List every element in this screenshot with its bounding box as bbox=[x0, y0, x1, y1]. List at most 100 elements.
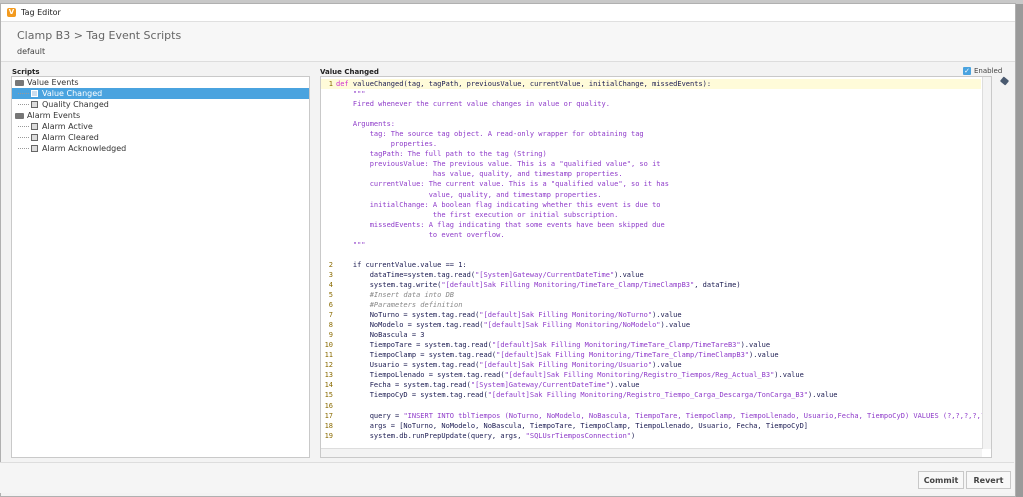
folder-open-icon bbox=[15, 79, 24, 86]
tree-connector bbox=[18, 137, 29, 138]
code-token: "[default]Sak Filling Monitoring/Registr… bbox=[504, 371, 775, 380]
line-number: 15 bbox=[321, 390, 336, 401]
code-line: 11 TiempoClamp = system.tag.read("[defau… bbox=[321, 350, 981, 361]
code-token: currentValue: The current value. This is… bbox=[336, 180, 669, 189]
code-line: 15 TiempoCyD = system.tag.read("[default… bbox=[321, 390, 981, 401]
code-token: NoTurno = system.tag.read( bbox=[336, 311, 480, 320]
code-token: if currentValue.value == 1: bbox=[336, 260, 467, 269]
code-token: ).value bbox=[740, 341, 771, 350]
commit-button[interactable]: Commit bbox=[918, 471, 964, 489]
line-number: 17 bbox=[321, 410, 336, 421]
code-token: args = [NoTurno, NoModelo, NoBascula, Ti… bbox=[336, 421, 809, 430]
line-number: 5 bbox=[321, 289, 336, 301]
line-number: 8 bbox=[321, 320, 336, 331]
code-line: 8 NoModelo = system.tag.read("[default]S… bbox=[321, 320, 981, 331]
tree-item-label: Alarm Cleared bbox=[42, 133, 99, 142]
line-number bbox=[321, 159, 336, 170]
code-line bbox=[321, 249, 981, 260]
tree-item[interactable]: Quality Changed bbox=[12, 99, 309, 110]
code-line bbox=[321, 109, 981, 120]
checkmark-icon: ✓ bbox=[963, 67, 971, 75]
vertical-scrollbar[interactable] bbox=[982, 77, 991, 449]
script-icon bbox=[31, 123, 38, 130]
code-line: 17 query = "INSERT INTO tblTiempos (NoTu… bbox=[321, 410, 991, 421]
code-token: initialChange: A boolean flag indicating… bbox=[336, 200, 661, 209]
tree-item-label: Value Events bbox=[27, 78, 79, 87]
horizontal-scrollbar[interactable] bbox=[321, 448, 982, 457]
code-area[interactable]: 1 def valueChanged(tag, tagPath, previous… bbox=[321, 79, 991, 441]
tree-item-label: Value Changed bbox=[42, 89, 103, 98]
folder-open-icon bbox=[15, 112, 24, 119]
line-number bbox=[321, 189, 336, 200]
code-token: query = bbox=[336, 411, 404, 420]
tree-item[interactable]: Alarm Events bbox=[12, 110, 309, 121]
code-token: def bbox=[336, 80, 349, 88]
code-token: the first execution or initial subscript… bbox=[336, 210, 619, 219]
tree-item-label: Alarm Active bbox=[42, 122, 93, 131]
script-icon bbox=[31, 90, 38, 97]
code-token: ).value bbox=[808, 391, 838, 400]
code-token: ).value bbox=[652, 361, 682, 370]
code-token: "[default]Sak Filling Monitoring/TimeTar… bbox=[441, 280, 695, 289]
code-token: ).value bbox=[609, 381, 640, 390]
line-number: 13 bbox=[321, 370, 336, 381]
tree-item[interactable]: Value Changed bbox=[12, 88, 309, 99]
code-token: ).value bbox=[614, 270, 644, 279]
code-line: 13 TiempoLlenado = system.tag.read("[def… bbox=[321, 370, 981, 381]
line-number bbox=[321, 119, 336, 130]
line-number bbox=[321, 139, 336, 150]
script-icon bbox=[31, 134, 38, 141]
code-line: value, quality, and timestamp properties… bbox=[321, 189, 981, 200]
tree-connector bbox=[18, 104, 29, 105]
code-token: NoBascula = 3 bbox=[336, 331, 425, 340]
code-line: tagPath: The full path to the tag (Strin… bbox=[321, 149, 981, 160]
code-token: tagPath: The full path to the tag (Strin… bbox=[336, 150, 547, 159]
code-token: TiempoCyD = system.tag.read( bbox=[336, 391, 488, 400]
code-token: has value, quality, and timestamp proper… bbox=[336, 170, 623, 179]
line-number bbox=[321, 129, 336, 140]
line-number: 7 bbox=[321, 310, 336, 321]
code-line: 19 system.db.runPrepUpdate(query, args, … bbox=[321, 430, 981, 441]
code-line: 9 NoBascula = 3 bbox=[321, 330, 981, 341]
code-line: 5 #Insert data into DB bbox=[321, 289, 981, 301]
code-token: valueChanged(tag, tagPath, previousValue… bbox=[348, 80, 712, 88]
code-line: 12 Usuario = system.tag.read("[default]S… bbox=[321, 360, 981, 371]
enabled-checkbox[interactable]: ✓ Enabled bbox=[963, 67, 1002, 75]
line-number bbox=[321, 99, 336, 110]
line-number: 11 bbox=[321, 350, 336, 361]
line-number bbox=[321, 219, 336, 230]
scripts-label: Scripts bbox=[12, 68, 40, 76]
code-token: ) bbox=[631, 431, 636, 440]
line-number: 14 bbox=[321, 380, 336, 391]
code-token: properties. bbox=[336, 140, 438, 149]
code-token: TiempoLlenado = system.tag.read( bbox=[336, 371, 505, 380]
code-token: "SQLUsrTiemposConnection" bbox=[525, 431, 632, 440]
code-token: Arguments: bbox=[336, 120, 396, 129]
code-token: "INSERT INTO tblTiempos (NoTurno, NoMode… bbox=[403, 411, 992, 420]
code-token: previousValue: The previous value. This … bbox=[336, 160, 661, 169]
tree-item[interactable]: Value Events bbox=[12, 77, 309, 88]
code-line: 7 NoTurno = system.tag.read("[default]Sa… bbox=[321, 310, 981, 321]
line-number: 10 bbox=[321, 340, 336, 351]
tree-item[interactable]: Alarm Acknowledged bbox=[12, 143, 309, 154]
line-number bbox=[321, 229, 336, 240]
tree-connector bbox=[18, 93, 29, 94]
code-token: Usuario = system.tag.read( bbox=[336, 361, 480, 370]
tree-item-label: Quality Changed bbox=[42, 100, 109, 109]
code-line: missedEvents: A flag indicating that som… bbox=[321, 219, 981, 230]
footer: Commit Revert bbox=[0, 462, 1014, 493]
tree-item-label: Alarm Acknowledged bbox=[42, 144, 127, 153]
script-editor[interactable]: 1 def valueChanged(tag, tagPath, previous… bbox=[320, 76, 992, 458]
code-token: ).value bbox=[652, 311, 682, 320]
line-number: 4 bbox=[321, 279, 336, 290]
tree-item[interactable]: Alarm Active bbox=[12, 121, 309, 132]
code-token: Fecha = system.tag.read( bbox=[336, 381, 471, 390]
line-number bbox=[321, 149, 336, 160]
line-number: 16 bbox=[321, 400, 336, 411]
line-number: 9 bbox=[321, 330, 336, 341]
code-token: "[default]Sak Filling Monitoring/Usuario… bbox=[479, 361, 653, 370]
code-line: 1 def valueChanged(tag, tagPath, previous… bbox=[321, 79, 981, 90]
tree-item[interactable]: Alarm Cleared bbox=[12, 132, 309, 143]
revert-button[interactable]: Revert bbox=[966, 471, 1011, 489]
code-line: Arguments: bbox=[321, 119, 981, 130]
